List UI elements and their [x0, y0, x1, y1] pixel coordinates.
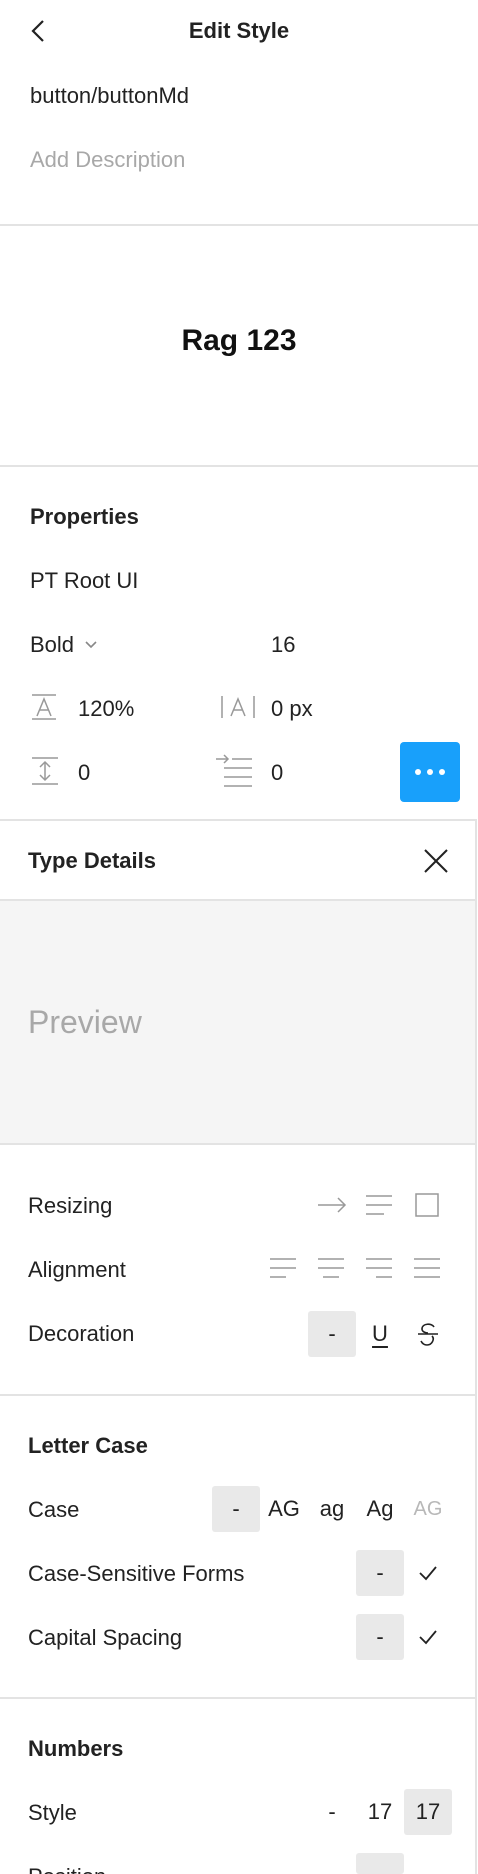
resize-auto-width-button[interactable] — [316, 1192, 348, 1218]
description-field[interactable]: Add Description — [30, 147, 185, 173]
paragraph-indent-input[interactable]: 0 — [271, 760, 283, 786]
align-left-icon — [270, 1258, 296, 1278]
paragraph-spacing-input[interactable]: 0 — [78, 760, 90, 786]
resize-auto-height-button[interactable] — [364, 1192, 394, 1218]
letter-spacing-input[interactable]: 0 px — [271, 696, 313, 722]
case-none-button[interactable]: - — [212, 1486, 260, 1532]
fixed-size-icon — [415, 1193, 439, 1217]
line-height-input[interactable]: 120% — [78, 696, 134, 722]
line-height-icon — [30, 693, 58, 721]
decoration-strikethrough-button[interactable] — [412, 1311, 444, 1357]
page-title: Edit Style — [188, 18, 290, 43]
type-details-heading: Type Details — [28, 848, 156, 873]
case-title-button[interactable]: Ag — [360, 1486, 400, 1532]
case-label: Case — [28, 1497, 80, 1522]
decoration-label: Decoration — [28, 1321, 135, 1346]
divider — [0, 224, 478, 226]
chevron-down-icon — [85, 641, 97, 649]
resize-fixed-button[interactable] — [414, 1192, 440, 1218]
more-icon — [415, 769, 445, 775]
align-right-button[interactable] — [364, 1256, 394, 1280]
preview-placeholder: Preview — [28, 1004, 142, 1040]
decoration-underline-button[interactable]: U — [364, 1311, 396, 1357]
divider — [0, 1143, 477, 1145]
number-style-oldstyle-button[interactable]: 17 — [404, 1789, 452, 1835]
alignment-label: Alignment — [28, 1257, 126, 1282]
align-right-icon — [366, 1258, 392, 1278]
number-style-lining-button[interactable]: 17 — [360, 1789, 400, 1835]
capital-spacing-label: Capital Spacing — [28, 1625, 183, 1650]
auto-height-icon — [366, 1195, 392, 1215]
capital-spacing-on-button[interactable] — [412, 1614, 444, 1660]
align-justify-icon — [414, 1258, 440, 1278]
align-justify-button[interactable] — [412, 1256, 442, 1280]
numbers-heading: Numbers — [28, 1736, 124, 1761]
number-position-button[interactable] — [356, 1853, 404, 1874]
divider — [0, 465, 478, 467]
type-details-button[interactable] — [400, 742, 460, 802]
properties-heading: Properties — [30, 504, 139, 529]
case-uppercase-button[interactable]: AG — [264, 1486, 304, 1532]
strikethrough-icon — [418, 1323, 438, 1346]
case-sensitive-none-button[interactable]: - — [356, 1550, 404, 1596]
divider — [0, 1394, 477, 1396]
font-weight-value: Bold — [30, 632, 75, 657]
decoration-none-button[interactable]: - — [308, 1311, 356, 1357]
align-center-button[interactable] — [316, 1256, 346, 1280]
font-weight-select[interactable]: Bold — [30, 632, 98, 658]
number-style-none-button[interactable]: - — [316, 1789, 348, 1835]
underline-icon: U — [372, 1321, 388, 1346]
case-sensitive-forms-label: Case-Sensitive Forms — [28, 1561, 245, 1586]
resizing-label: Resizing — [28, 1193, 113, 1218]
font-family-select[interactable]: PT Root UI — [30, 568, 138, 594]
style-name-field[interactable]: button/buttonMd — [30, 83, 189, 109]
case-lowercase-button[interactable]: ag — [312, 1486, 352, 1532]
style-preview-text: Rag 123 — [181, 324, 297, 357]
number-style-label: Style — [28, 1800, 77, 1825]
paragraph-spacing-icon — [30, 756, 60, 786]
checkmark-icon — [419, 1630, 437, 1645]
close-icon — [424, 849, 448, 873]
arrow-right-icon — [318, 1197, 347, 1213]
letter-case-heading: Letter Case — [28, 1433, 148, 1458]
capital-spacing-none-button[interactable]: - — [356, 1614, 404, 1660]
close-button[interactable] — [420, 845, 452, 877]
number-position-label: Position — [28, 1864, 106, 1874]
checkmark-icon — [419, 1566, 437, 1581]
divider — [0, 1697, 477, 1699]
align-center-icon — [318, 1258, 344, 1278]
case-sensitive-on-button[interactable] — [412, 1550, 444, 1596]
case-small-caps-button[interactable]: AG — [408, 1486, 448, 1532]
letter-spacing-icon — [220, 693, 256, 721]
paragraph-indent-icon — [214, 754, 254, 788]
font-size-input[interactable]: 16 — [271, 632, 295, 658]
align-left-button[interactable] — [268, 1256, 298, 1280]
